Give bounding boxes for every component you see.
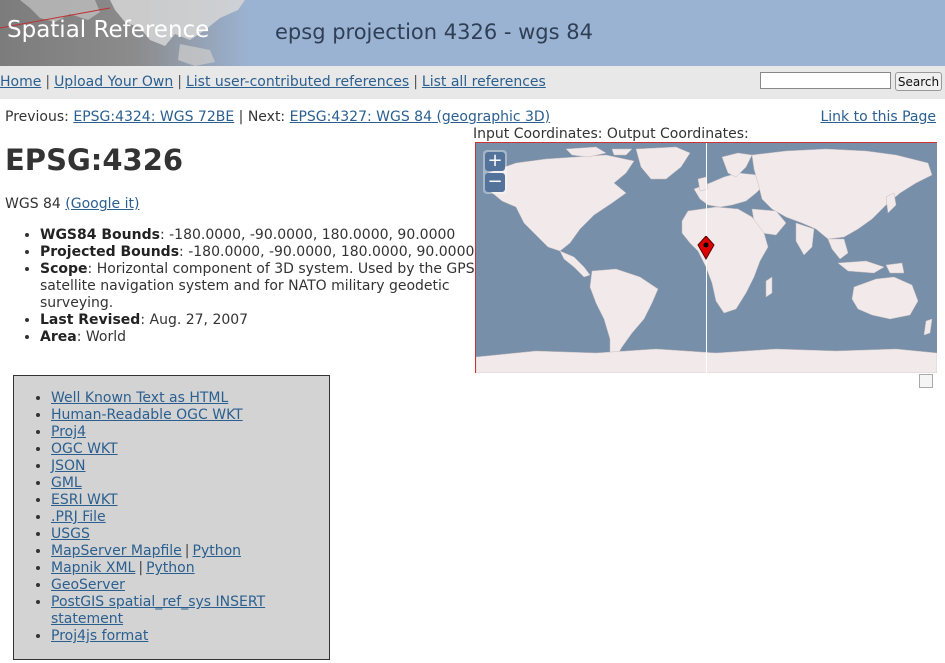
format-item: JSON (51, 458, 329, 475)
page-title: EPSG:4326 (5, 143, 184, 177)
format-link-postgis-insert[interactable]: PostGIS spatial_ref_sys INSERT statement (51, 594, 265, 627)
prev-reference-link[interactable]: EPSG:4324: WGS 72BE (73, 109, 234, 125)
format-link-ogc-wkt[interactable]: OGC WKT (51, 441, 118, 457)
format-link-gml[interactable]: GML (51, 475, 82, 491)
nav-link-all-references[interactable]: List all references (422, 74, 546, 90)
property-key: WGS84 Bounds (40, 227, 160, 243)
property-scope: Scope: Horizontal component of 3D system… (40, 261, 475, 312)
format-link-mapnik-python[interactable]: Python (146, 560, 195, 576)
search-input[interactable] (760, 72, 891, 89)
format-item: USGS (51, 526, 329, 543)
next-label: Next: (247, 109, 286, 125)
google-it-link[interactable]: (Google it) (65, 196, 139, 212)
format-link-wkt-html[interactable]: Well Known Text as HTML (51, 390, 228, 406)
nav-link-home[interactable]: Home (0, 74, 41, 90)
format-link-proj4[interactable]: Proj4 (51, 424, 86, 440)
property-key: Area (40, 329, 77, 345)
format-item: Proj4 (51, 424, 329, 441)
format-item: OGC WKT (51, 441, 329, 458)
prev-next-nav: Previous: EPSG:4324: WGS 72BE | Next: EP… (5, 109, 550, 125)
zoom-in-button[interactable]: + (485, 152, 505, 171)
nav-separator: | (45, 74, 51, 90)
format-link-proj4js[interactable]: Proj4js format (51, 628, 148, 644)
logo-text: Spatial Reference (7, 17, 210, 43)
nav-separator: | (413, 74, 418, 90)
property-value: : -180.0000, -90.0000, 180.0000, 90.0000 (159, 227, 456, 243)
nav-link-upload[interactable]: Upload Your Own (54, 74, 173, 90)
format-link-esri-wkt[interactable]: ESRI WKT (51, 492, 118, 508)
property-value: : World (76, 329, 126, 345)
nav-separator: | (177, 74, 182, 90)
zoom-controls: + − (483, 150, 507, 194)
output-coordinates-label: Output Coordinates: (606, 126, 749, 142)
property-value: : -180.0000, -90.0000, 180.0000, 90.0000 (179, 244, 475, 260)
property-area: Area: World (40, 329, 475, 346)
format-item: Human-Readable OGC WKT (51, 407, 329, 424)
format-item: GML (51, 475, 329, 492)
reference-name-line: WGS 84 (Google it) (5, 196, 139, 212)
broken-image-icon (919, 374, 933, 388)
format-item: MapServer Mapfile|Python (51, 543, 329, 560)
format-item: Well Known Text as HTML (51, 390, 329, 407)
property-key: Last Revised (40, 312, 141, 328)
format-link-mapnik-xml[interactable]: Mapnik XML (51, 560, 135, 576)
nav-link-user-references[interactable]: List user-contributed references (186, 74, 409, 90)
format-item: ESRI WKT (51, 492, 329, 509)
world-map[interactable] (475, 142, 937, 373)
format-item: PostGIS spatial_ref_sys INSERT statement (51, 594, 329, 628)
property-key: Projected Bounds (40, 244, 180, 260)
property-wgs84-bounds: WGS84 Bounds: -180.0000, -90.0000, 180.0… (40, 227, 475, 244)
format-separator: | (138, 560, 144, 576)
format-item: GeoServer (51, 577, 329, 594)
format-link-geoserver[interactable]: GeoServer (51, 577, 125, 593)
zoom-out-button[interactable]: − (485, 173, 505, 192)
coordinates-readout: Input Coordinates: Output Coordinates: (473, 126, 749, 142)
map-marker-icon[interactable] (697, 236, 715, 260)
format-link-mapserver-mapfile[interactable]: MapServer Mapfile (51, 543, 182, 559)
property-value: : Aug. 27, 2007 (140, 312, 249, 328)
header-banner: Spatial Reference epsg projection 4326 -… (0, 0, 945, 66)
input-coordinates-label: Input Coordinates: (473, 126, 603, 142)
export-formats-list: Well Known Text as HTML Human-Readable O… (14, 376, 329, 645)
site-logo[interactable]: Spatial Reference (0, 0, 250, 66)
page-header-title: epsg projection 4326 - wgs 84 (275, 20, 593, 44)
format-item: Mapnik XML|Python (51, 560, 329, 577)
format-link-usgs[interactable]: USGS (51, 526, 90, 542)
format-link-json[interactable]: JSON (51, 458, 86, 474)
format-link-mapserver-python[interactable]: Python (193, 543, 242, 559)
property-key: Scope (40, 261, 88, 277)
export-formats-box: Well Known Text as HTML Human-Readable O… (13, 375, 330, 660)
prevnext-separator: | (238, 109, 244, 125)
next-reference-link[interactable]: EPSG:4327: WGS 84 (geographic 3D) (290, 109, 551, 125)
reference-name: WGS 84 (5, 196, 61, 212)
format-item: Proj4js format (51, 628, 329, 645)
permalink-link[interactable]: Link to this Page (820, 109, 936, 125)
format-separator: | (184, 543, 190, 559)
properties-list: WGS84 Bounds: -180.0000, -90.0000, 180.0… (5, 227, 475, 346)
property-value: : Horizontal component of 3D system. Use… (40, 261, 475, 311)
format-item: .PRJ File (51, 509, 329, 526)
format-link-human-ogc-wkt[interactable]: Human-Readable OGC WKT (51, 407, 243, 423)
property-projected-bounds: Projected Bounds: -180.0000, -90.0000, 1… (40, 244, 475, 261)
property-last-revised: Last Revised: Aug. 27, 2007 (40, 312, 475, 329)
search-button[interactable]: Search (895, 72, 942, 91)
format-link-prj-file[interactable]: .PRJ File (51, 509, 106, 525)
nav-links: Home | Upload Your Own | List user-contribut… (0, 74, 546, 90)
prev-label: Previous: (5, 109, 69, 125)
